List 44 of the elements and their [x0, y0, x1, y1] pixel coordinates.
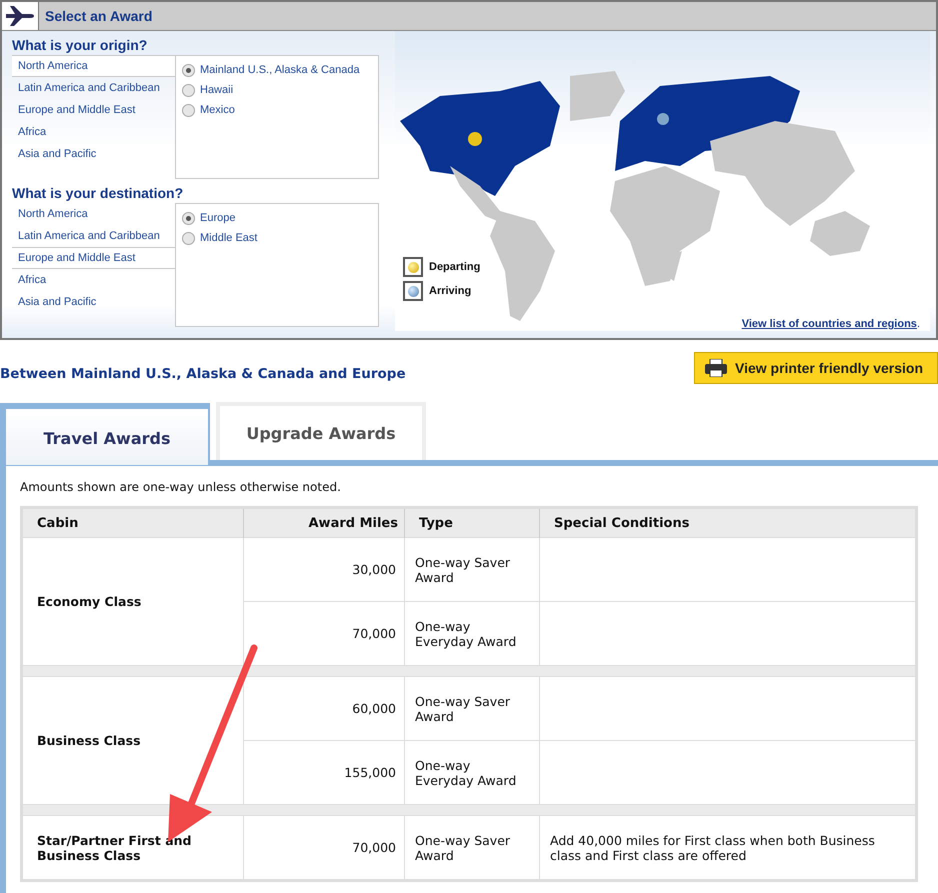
region-item[interactable]: Africa: [12, 121, 175, 143]
map-note: View list of countries and regions.: [742, 318, 920, 330]
table-cell: 30,000: [244, 538, 404, 602]
column-header: Special Conditions: [540, 508, 916, 538]
note-text: Amounts shown are one-way unless otherwise noted.: [20, 480, 342, 494]
option-label: Mexico: [200, 104, 235, 116]
table-cell: One-way Saver Award: [404, 538, 540, 602]
tab[interactable]: Upgrade Awards: [216, 402, 426, 460]
option-label: Middle East: [200, 232, 258, 244]
legend-label: Arriving: [429, 285, 472, 297]
option-label: Mainland U.S., Alaska & Canada: [200, 64, 360, 76]
region-item[interactable]: North America: [12, 55, 175, 77]
printer-icon: [705, 359, 727, 377]
airplane-icon: [6, 6, 34, 26]
table-cell: One-way Saver Award: [404, 676, 540, 740]
radio-button[interactable]: [182, 212, 195, 224]
region-item[interactable]: Latin America and Caribbean: [12, 225, 175, 247]
region-item[interactable]: North America: [12, 203, 175, 225]
region-item[interactable]: Europe and Middle East: [12, 247, 175, 269]
radio-button[interactable]: [182, 104, 195, 116]
departing-pin-icon: [403, 257, 423, 277]
radio-button[interactable]: [182, 232, 195, 244]
option-label: Hawaii: [200, 84, 234, 96]
table-cell: 60,000: [244, 676, 404, 740]
countries-link[interactable]: View list of countries and regions: [742, 318, 917, 330]
question-heading: What is your destination?: [12, 185, 184, 201]
region-item[interactable]: Asia and Pacific: [12, 291, 175, 313]
question-heading: What is your origin?: [12, 37, 148, 53]
column-header: Cabin: [22, 508, 244, 538]
option-label: Europe: [200, 212, 236, 224]
legend-label: Departing: [429, 261, 480, 273]
print-button[interactable]: View printer friendly version: [694, 352, 938, 384]
column-header: Award Miles: [244, 508, 404, 538]
tab[interactable]: Travel Awards: [0, 403, 210, 465]
column-header: Type: [404, 508, 540, 538]
region-item[interactable]: Latin America and Caribbean: [12, 77, 175, 99]
radio-button[interactable]: [182, 64, 195, 76]
route-title: Between Mainland U.S., Alaska & Canada and Europe: [0, 366, 406, 382]
arriving-pin-icon: [403, 281, 423, 301]
panel-title: Select an Award: [45, 8, 152, 24]
region-item[interactable]: Europe and Middle East: [12, 99, 175, 121]
region-item[interactable]: Africa: [12, 269, 175, 291]
radio-button[interactable]: [182, 84, 195, 96]
region-item[interactable]: Asia and Pacific: [12, 143, 175, 165]
